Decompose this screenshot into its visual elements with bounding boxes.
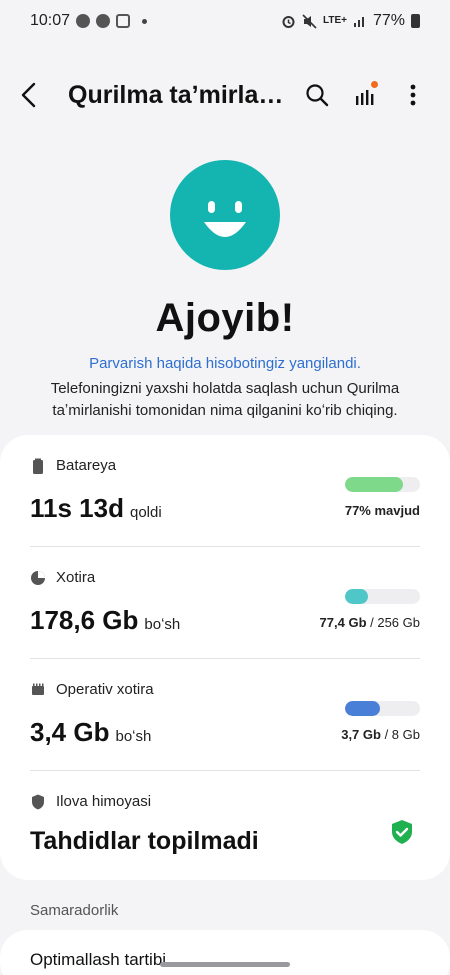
smiley-face-icon — [170, 160, 280, 270]
report-updated-link[interactable]: Parvarish haqida hisobotingiz yangilandi… — [0, 355, 450, 372]
item-detail: 3,7 Gb / 8 Gb — [341, 727, 420, 742]
more-options-button[interactable] — [396, 75, 430, 115]
messenger-icon — [76, 14, 91, 28]
item-unit: boʻsh — [115, 728, 152, 745]
notification-dot — [371, 81, 378, 88]
item-unit: qoldi — [129, 504, 162, 521]
item-value: 3,4 Gb — [30, 717, 110, 747]
storage-item[interactable]: Xotira 178,6 Gb boʻsh 77,4 Gb / 256 Gb — [30, 547, 420, 659]
battery-level-bar — [345, 477, 420, 492]
battery-icon — [33, 458, 43, 474]
memory-chip-icon — [32, 683, 44, 695]
instagram-icon — [116, 14, 131, 28]
smiley-face-graphic — [204, 201, 246, 237]
app-bar: Qurilma taʼmirla… — [0, 68, 450, 122]
item-label: Xotira — [56, 569, 96, 586]
storage-usage-bar — [345, 589, 420, 604]
status-bar: 10:07 LTE+ 77% — [0, 0, 450, 42]
shield-icon — [32, 794, 44, 809]
item-value: 178,6 Gb — [30, 605, 139, 635]
item-label: Ilova himoyasi — [56, 793, 152, 810]
battery-percent: 77% — [372, 12, 405, 29]
item-unit: boʻsh — [144, 616, 181, 633]
memory-item[interactable]: Operativ xotira 3,4 Gb boʻsh 3,7 Gb / 8 … — [30, 659, 420, 771]
status-title: Ajoyib! — [155, 296, 295, 340]
network-type: LTE+ — [322, 15, 347, 26]
status-description: Telefoningizni yaxshi holatda saqlash uc… — [50, 380, 400, 419]
stats-card: Batareya 11s 13d qoldi 77% mavjud Xotira… — [0, 435, 450, 880]
status-hero: Ajoyib! Parvarish haqida hisobotingiz ya… — [0, 160, 450, 422]
page-title: Qurilma taʼmirla… — [68, 80, 284, 109]
signal-icon — [353, 17, 364, 27]
optimization-mode-item[interactable]: Optimallash tartibi — [30, 950, 166, 970]
search-icon — [306, 84, 329, 107]
telegram-icon — [96, 14, 111, 28]
battery-icon — [411, 14, 420, 28]
mute-icon — [302, 13, 317, 29]
item-detail: 77,4 Gb / 256 Gb — [319, 615, 420, 630]
memory-usage-bar — [345, 701, 420, 716]
storage-pie-icon — [31, 570, 45, 585]
back-arrow-icon — [21, 82, 36, 108]
alarm-icon — [282, 15, 295, 28]
clock: 10:07 — [30, 12, 71, 29]
item-detail: 77% mavjud — [344, 503, 420, 518]
item-value: 11s 13d — [30, 493, 124, 523]
home-indicator[interactable] — [160, 962, 290, 967]
report-button[interactable] — [348, 75, 382, 115]
more-vert-icon — [410, 84, 416, 106]
battery-item[interactable]: Batareya 11s 13d qoldi 77% mavjud — [30, 435, 420, 547]
back-button[interactable] — [20, 75, 60, 115]
app-protection-item[interactable]: Ilova himoyasi Tahdidlar topilmadi — [30, 771, 420, 883]
item-label: Batareya — [56, 457, 117, 474]
shield-check-icon — [392, 820, 412, 844]
item-value: Tahdidlar topilmadi — [30, 827, 259, 855]
item-label: Operativ xotira — [56, 681, 154, 698]
search-button[interactable] — [300, 75, 334, 115]
section-header-performance: Samaradorlik — [30, 902, 119, 919]
more-notifications-icon — [142, 18, 148, 24]
performance-card[interactable]: Optimallash tartibi — [0, 930, 450, 975]
